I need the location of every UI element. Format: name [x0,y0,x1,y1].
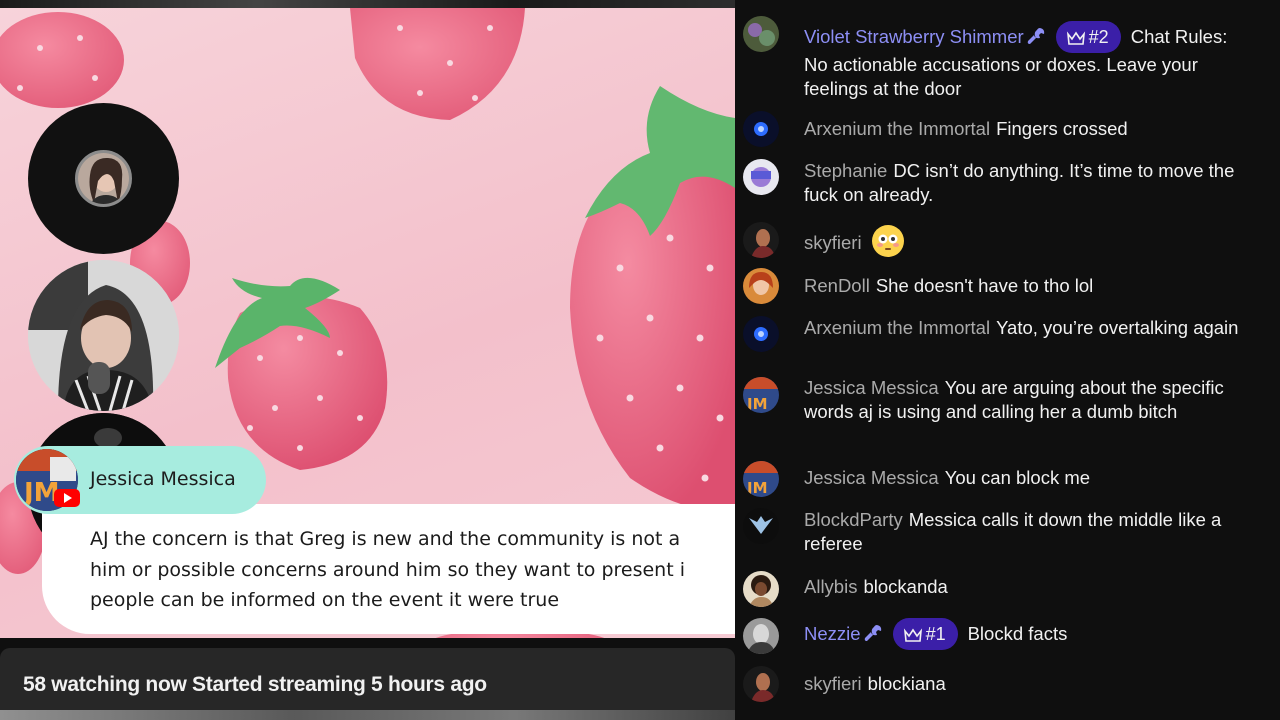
chat-message-text: Fingers crossed [996,118,1128,139]
chat-author-name[interactable]: skyfieri [804,673,862,694]
chat-message-text: blockiana [867,673,946,694]
svg-text:JM: JM [746,395,768,413]
chat-avatar[interactable]: JM [743,377,779,413]
chat-author-name[interactable]: Arxenium the Immortal [804,317,990,338]
chat-avatar[interactable] [743,111,779,147]
chat-message-text: blockanda [863,576,948,597]
viewer-count-and-start-time: 58 watching now Started streaming 5 hour… [23,673,487,696]
participant-cam-1 [28,103,179,254]
chat-message-text: You can block me [944,467,1091,488]
chat-author-name[interactable]: Arxenium the Immortal [804,118,990,139]
overlay-author-name: Jessica Messica [90,468,236,490]
chat-avatar[interactable] [743,316,779,352]
moderator-wrench-icon [864,625,881,641]
chat-message-text: She doesn't have to tho lol [875,275,1094,296]
chat-avatar[interactable] [743,268,779,304]
youtube-icon [54,489,80,507]
chat-author-name[interactable]: Stephanie [804,160,887,181]
chat-avatar[interactable] [743,159,779,195]
video-player[interactable]: JM Jessica Messica AJ the concern is tha… [0,8,735,638]
chat-author-name[interactable]: Jessica Messica [804,467,939,488]
live-chat-panel[interactable]: Violet Strawberry Shimmer #2 Chat Rules: N… [735,0,1280,720]
chat-avatar[interactable] [743,222,779,258]
chat-author-name[interactable]: skyfieri [804,232,862,253]
chat-avatar[interactable] [743,571,779,607]
chat-author-name[interactable]: Allybis [804,576,857,597]
participant-cam-2 [28,260,179,411]
chat-rank-badge: #2 [1055,21,1121,53]
moderator-wrench-icon [1027,28,1044,44]
chat-message-text: Blockd facts [967,623,1068,644]
chat-message-text: Yato, you’re overtalking again [996,317,1239,338]
crown-icon [903,628,922,642]
flushed-face-icon [871,225,904,257]
chat-rank-badge: #1 [892,618,958,650]
chat-author-name[interactable]: Nezzie [804,623,861,644]
chat-avatar[interactable] [743,508,779,544]
chat-avatar[interactable]: JM [743,461,779,497]
chat-author-name[interactable]: Jessica Messica [804,377,939,398]
chat-avatar[interactable] [743,618,779,654]
description-preview [0,710,735,720]
chat-avatar[interactable] [743,666,779,702]
crown-icon [1066,31,1085,45]
chat-author-name[interactable]: Violet Strawberry Shimmer [804,26,1024,47]
chat-avatar[interactable] [743,16,779,52]
svg-text:JM: JM [746,479,768,497]
chat-author-name[interactable]: BlockdParty [804,509,903,530]
chat-author-name[interactable]: RenDoll [804,275,870,296]
participant-avatar [75,150,132,207]
overlay-message-text: AJ the concern is that Greg is new and t… [90,528,685,611]
